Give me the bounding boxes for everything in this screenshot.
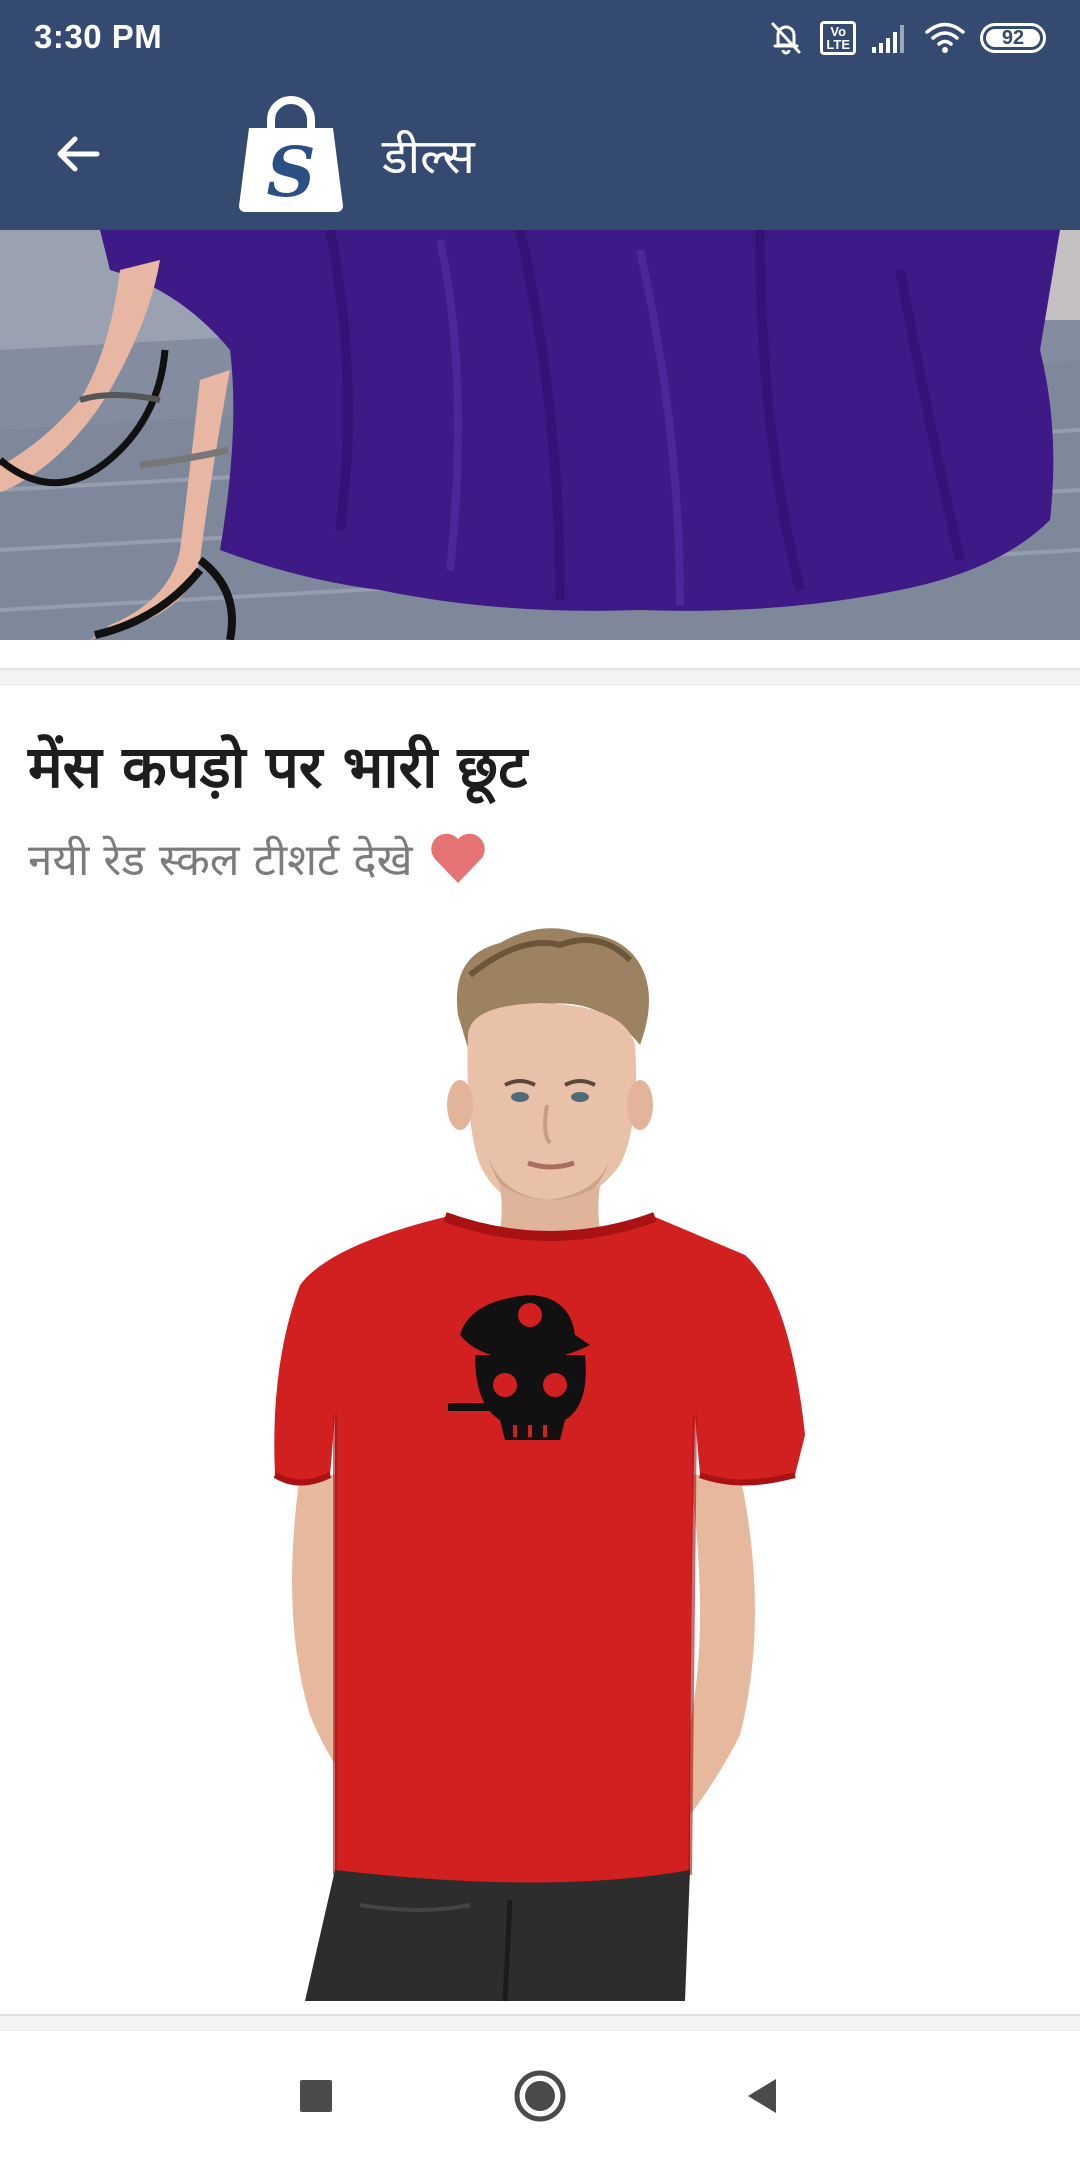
deal-title: मेंस कपड़ो पर भारी छूट [28, 733, 528, 801]
back-button[interactable] [42, 118, 114, 190]
home-circle-icon [514, 2070, 566, 2122]
wifi-icon [924, 21, 966, 55]
battery-icon: 92 [980, 23, 1046, 53]
shopping-bag-icon: S [239, 96, 343, 213]
battery-level: 92 [1001, 26, 1025, 49]
deal-subtitle-text: नयी रेड स्कल टीशर्ट देखे [28, 835, 413, 886]
system-nav-bar [0, 2030, 1080, 2160]
red-skull-tshirt-model-photo [0, 915, 1080, 2001]
signal-icon [870, 21, 910, 55]
purple-gown-heels-photo [0, 230, 1080, 640]
nav-back-button[interactable] [717, 2051, 807, 2141]
deal-card[interactable] [0, 230, 1080, 670]
deal-card[interactable]: मेंस कपड़ो पर भारी छूट नयी रेड स्कल टीशर… [0, 684, 1080, 2016]
status-icons: Vo LTE 92 [766, 18, 1046, 58]
volte-icon: Vo LTE [820, 21, 856, 55]
heart-icon [430, 833, 485, 883]
mute-icon [766, 18, 806, 58]
app-logo: S [233, 94, 349, 214]
status-time: 3:30 PM [34, 18, 163, 55]
deal-subtitle: नयी रेड स्कल टीशर्ट देखे [28, 828, 487, 888]
status-bar: 3:30 PM Vo LTE 92 [0, 0, 1080, 78]
home-button[interactable] [495, 2051, 585, 2141]
recents-square-icon [300, 2080, 332, 2112]
screen: 3:30 PM Vo LTE 92 S डील्स मेंस कपड़ो पर … [0, 0, 1080, 2160]
card-separator [0, 670, 1080, 684]
app-bar: S डील्स [0, 78, 1080, 230]
recents-button[interactable] [271, 2051, 361, 2141]
back-triangle-icon [748, 2079, 776, 2113]
logo-letter: S [266, 133, 315, 213]
arrow-left-icon [57, 136, 100, 172]
card-separator [0, 2016, 1080, 2030]
page-title: डील्स [382, 129, 475, 185]
